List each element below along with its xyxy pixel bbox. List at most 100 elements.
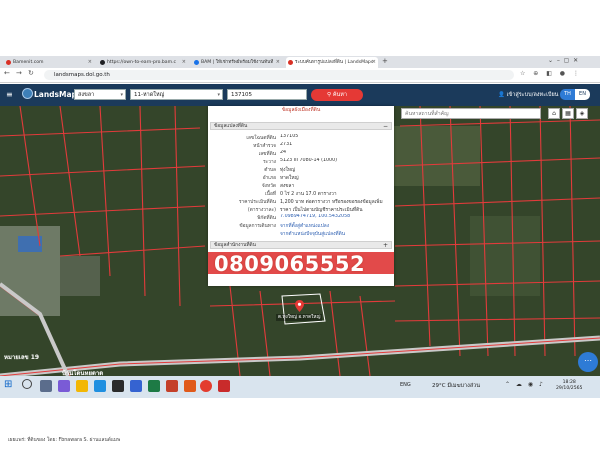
- app-icon[interactable]: [184, 380, 196, 392]
- province-value: สงขลา: [78, 92, 95, 98]
- reload-button[interactable]: ↻: [28, 69, 34, 77]
- favicon-icon: [6, 60, 11, 65]
- directions-current-link[interactable]: จากตำแหน่งปัจจุบันสู่แปลงที่ดิน: [280, 230, 390, 238]
- parcel-number-input[interactable]: 137105: [227, 89, 307, 100]
- forward-button[interactable]: →: [16, 69, 22, 77]
- more-options-button[interactable]: ⋯: [578, 352, 598, 372]
- field-label: เลขที่ดิน: [258, 152, 276, 157]
- field-label: หน้าสำรวจ: [253, 144, 276, 149]
- field-label: เนื้อที่: [265, 192, 276, 197]
- field-value: ราคา เป็นไปตามบัญชีราคาประเมินที่ดิน: [280, 208, 363, 213]
- back-button[interactable]: ←: [4, 69, 10, 77]
- field-label: (ตารางวาละ): [247, 208, 276, 213]
- tab-label: https://own-to-earn-pro.bam.c: [107, 60, 177, 65]
- field-value: 137105: [280, 134, 299, 139]
- district-select[interactable]: 11-หาดใหญ่ ▾: [130, 89, 223, 100]
- field-label: ราคาประเมินที่ดิน: [238, 200, 276, 205]
- window-controls[interactable]: ⌄ – ▢ ✕: [548, 57, 578, 64]
- parcel-map-label: ต.ทุ่งใหญ่ อ.หาดใหญ่: [276, 314, 323, 321]
- tray-icons[interactable]: ⌃ ☁ ◉ ♪: [505, 381, 545, 388]
- layers-icon[interactable]: ◈: [576, 108, 588, 119]
- map-pin-icon: [288, 60, 293, 65]
- close-icon[interactable]: ×: [88, 57, 92, 68]
- field-label: ข้อมูลการเดินทาง: [239, 224, 276, 229]
- tab-label: ระบบค้นหารูปแปลงที่ดิน | LandsMaps: [295, 60, 374, 65]
- browser-toolbar-icons[interactable]: ☆ ⊕ ◧ ● ⋮: [520, 70, 582, 77]
- browser-tab-1[interactable]: Bamenit.com ×: [4, 57, 94, 68]
- word-icon[interactable]: [130, 380, 142, 392]
- close-icon[interactable]: ×: [182, 57, 186, 68]
- place-search-input[interactable]: ค้นหาสถานที่สำคัญ: [401, 108, 541, 119]
- login-link[interactable]: 👤 เข้าสู่ระบบ/ลงทะเบียน: [498, 91, 558, 99]
- lang-en-button[interactable]: EN: [575, 89, 590, 100]
- url-field[interactable]: landsmaps.dol.go.th: [44, 70, 514, 80]
- field-label: จังหวัด: [261, 184, 276, 189]
- excel-icon[interactable]: [148, 380, 160, 392]
- tab-label: BAM | ให้เช่าทรัพย์พร้อมใช้งานทันที: [201, 60, 274, 65]
- chevron-down-icon: ▾: [120, 92, 123, 98]
- teams-icon[interactable]: [58, 380, 70, 392]
- field-value: ทุ่งใหญ่: [280, 168, 296, 173]
- input-language[interactable]: ENG: [400, 382, 411, 388]
- tab-label: Bamenit.com: [13, 60, 44, 65]
- search-icon[interactable]: [22, 379, 32, 389]
- field-value: 0 ไร่ 2 งาน 17.0 ตารางวา: [280, 192, 337, 197]
- field-label: ระวาง: [263, 160, 276, 165]
- field-label: พิกัดที่ดิน: [257, 216, 276, 221]
- phone-number-overlay: 0809065552: [214, 252, 366, 276]
- parcel-value: 137105: [231, 92, 252, 98]
- field-value: 1,200 บาท ต่อตารางวา หรือรองขอรองข้อมูลเ…: [280, 200, 383, 205]
- expand-icon[interactable]: +: [383, 242, 388, 249]
- map-pin-icon[interactable]: [295, 297, 304, 312]
- image-caption: เผยแพร่: ที่ดินของ โดย: Fbnawara S. ผ่าน…: [8, 438, 121, 443]
- field-label: ตำบล: [264, 168, 276, 173]
- section-parcel-info[interactable]: ข้อมูลแปลงที่ดิน −: [210, 122, 392, 130]
- popup-title[interactable]: ข้อมูลผังเมืองที่ดิน: [208, 106, 394, 115]
- section-land-office[interactable]: ข้อมูลสำนักงานที่ดิน +: [210, 241, 392, 249]
- store-icon[interactable]: [112, 380, 124, 392]
- acrobat-icon[interactable]: [218, 380, 230, 392]
- close-icon[interactable]: ×: [276, 57, 280, 68]
- field-value: 5123 III 7080-14 (1000): [280, 158, 338, 163]
- collapse-icon[interactable]: −: [383, 123, 388, 130]
- field-value: หาดใหญ่: [280, 176, 299, 181]
- grid-icon[interactable]: ▦: [562, 108, 574, 119]
- search-button-label: ค้นหา: [332, 92, 347, 98]
- logo-icon: [22, 88, 33, 99]
- directions-link[interactable]: จากที่ตั้งสู่ตำแหน่งแปลง: [280, 222, 390, 230]
- start-icon[interactable]: ⊞: [4, 379, 12, 390]
- field-value: 2731: [280, 142, 293, 147]
- task-view-icon[interactable]: [40, 380, 52, 392]
- file-explorer-icon[interactable]: [76, 380, 88, 392]
- clock-date: 29/10/2565: [556, 386, 583, 391]
- field-label: เลขโฉนดที่ดิน: [246, 136, 276, 141]
- browser-tab-3[interactable]: BAM | ให้เช่าทรัพย์พร้อมใช้งานทันที ×: [192, 57, 282, 68]
- close-icon[interactable]: ×: [372, 57, 376, 68]
- browser-tab-2[interactable]: https://own-to-earn-pro.bam.c ×: [98, 57, 188, 68]
- district-value: 11-หาดใหญ่: [134, 92, 165, 98]
- lang-th-button[interactable]: TH: [560, 89, 575, 100]
- road-number-label: หมายเลข 19: [4, 354, 40, 361]
- field-value: 24: [280, 150, 287, 155]
- coordinates-link[interactable]: 7.0989474719, 100.5432058: [280, 214, 390, 219]
- menu-icon[interactable]: ≡: [6, 90, 13, 99]
- section-title: ข้อมูลแปลงที่ดิน: [214, 124, 248, 129]
- search-button[interactable]: ⚲ ค้นหา: [311, 89, 363, 101]
- weather-widget[interactable]: 29°C มีเมฆบางส่วน: [432, 382, 480, 390]
- favicon-icon: [194, 60, 199, 65]
- browser-tab-4-active[interactable]: ระบบค้นหารูปแปลงที่ดิน | LandsMaps ×: [286, 57, 378, 68]
- chrome-icon[interactable]: [200, 380, 212, 392]
- chevron-down-icon: ▾: [217, 92, 220, 98]
- edge-icon[interactable]: [94, 380, 106, 392]
- powerpoint-icon[interactable]: [166, 380, 178, 392]
- field-label: อำเภอ: [262, 176, 276, 181]
- login-label: เข้าสู่ระบบ/ลงทะเบียน: [506, 92, 559, 98]
- system-clock[interactable]: 18:28 29/10/2565: [556, 380, 582, 392]
- new-tab-button[interactable]: +: [382, 57, 388, 65]
- user-icon: 👤: [498, 92, 507, 98]
- province-select[interactable]: สงขลา ▾: [74, 89, 126, 100]
- favicon-icon: [100, 60, 105, 65]
- home-icon[interactable]: ⌂: [548, 108, 560, 119]
- field-value: สงขลา: [280, 184, 295, 189]
- section-title: ข้อมูลสำนักงานที่ดิน: [214, 243, 256, 248]
